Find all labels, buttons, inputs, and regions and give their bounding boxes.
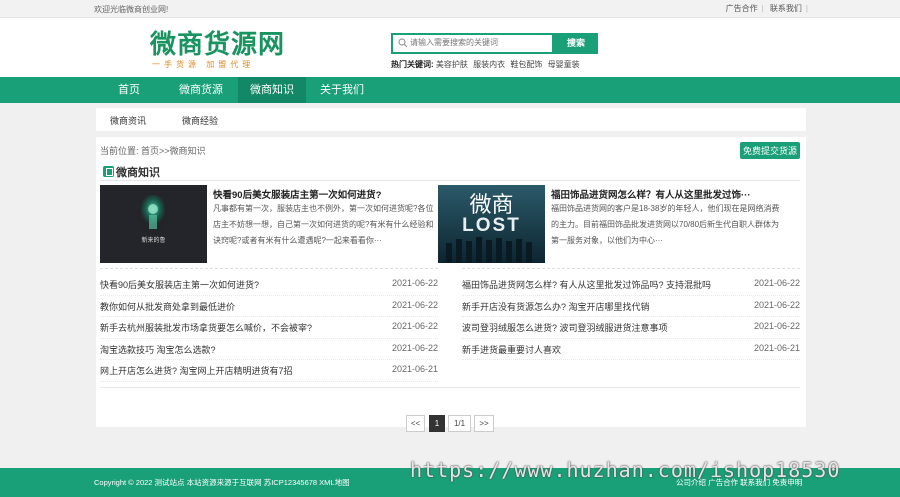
article-list-right: 福田饰品进货网怎么样? 有人从这里批发过饰品吗? 支持混批吗 2021-06-22…	[462, 275, 800, 361]
divider	[100, 180, 800, 181]
ad-cooperation-link[interactable]: 广告合作	[722, 4, 762, 13]
list-item-date: 2021-06-22	[753, 278, 800, 288]
header: 微商货源网 一手货源 加盟代理 搜索 热门关键词: 美容护肤 服装内衣 鞋包配饰…	[0, 18, 900, 77]
featured-desc: 凡事都有第一次，服装店主也不例外，第一次如何进货呢?各位店主不妨想一想，自己第一…	[213, 204, 434, 245]
main-content: 当前位置: 首页>>微商知识 免费提交货源 微商知识 新来的鲁 快看90后美女服…	[96, 137, 806, 432]
search-input[interactable]	[410, 38, 550, 47]
list-item[interactable]: 快看90后美女服装店主第一次如何进货? 2021-06-22	[100, 275, 438, 297]
list-item[interactable]: 福田饰品进货网怎么样? 有人从这里批发过饰品吗? 支持混批吗 2021-06-22	[462, 275, 800, 297]
hot-keyword[interactable]: 服装内衣	[473, 60, 505, 69]
divider: |	[761, 4, 764, 13]
pager-prev[interactable]: <<	[406, 415, 425, 432]
search-box	[391, 33, 554, 54]
site-logo[interactable]: 微商货源网 一手货源 加盟代理	[150, 24, 285, 70]
list-item[interactable]: 网上开店怎么进货? 淘宝网上开店精明进货有7招 2021-06-21	[100, 361, 438, 383]
top-links: 广告合作 | 联系我们 |	[722, 3, 808, 14]
list-item-title[interactable]: 福田饰品进货网怎么样? 有人从这里批发过饰品吗? 支持混批吗	[462, 278, 711, 291]
nav-sources[interactable]: 微商货源	[167, 77, 235, 103]
subnav-news[interactable]: 微商资讯	[110, 114, 146, 127]
main-nav: 首页 微商货源 微商知识 关于我们	[0, 77, 900, 103]
search-button[interactable]: 搜索	[554, 33, 598, 54]
featured-desc: 福田饰品进货网的客户是18-38岁的年轻人，他们现在是网络消费的主力。目前福田饰…	[551, 204, 780, 245]
search-icon	[398, 38, 408, 48]
hot-keywords: 热门关键词: 美容护肤 服装内衣 鞋包配饰 母婴童装	[391, 59, 583, 70]
pager-pages: 1/1	[448, 415, 471, 432]
list-item[interactable]: 新手进货最重要讨人喜欢 2021-06-21	[462, 340, 800, 362]
list-item-date: 2021-06-22	[391, 278, 438, 288]
featured-article: 微商 LOST 福田饰品进货网怎么样？有人从这里批发过饰··· 福田饰品进货网的…	[438, 185, 800, 265]
list-item-title[interactable]: 新手进货最重要讨人喜欢	[462, 343, 561, 356]
thumb-caption: 新来的鲁	[141, 238, 166, 244]
submit-source-button[interactable]: 免费提交货源	[739, 142, 800, 159]
pager-current[interactable]: 1	[429, 415, 445, 432]
list-item-title[interactable]: 淘宝选款技巧 淘宝怎么选款?	[100, 343, 216, 356]
hot-keyword[interactable]: 美容护肤	[436, 60, 468, 69]
welcome-text: 欢迎光临微商创业网!	[94, 5, 169, 14]
watermark: https://www.huzhan.com/ishop18530	[410, 458, 841, 482]
divider	[100, 268, 438, 269]
search-bar: 搜索	[391, 33, 598, 54]
list-item-date: 2021-06-21	[391, 364, 438, 374]
copyright-text: Copyright © 2022 测试站点 本站资源来源于互联网 苏ICP123…	[94, 478, 350, 487]
subnav-experience[interactable]: 微商经验	[182, 114, 218, 127]
thumb-text: LOST	[462, 215, 521, 236]
list-item-date: 2021-06-21	[753, 342, 800, 353]
featured-article: 新来的鲁 快看90后美女服装店主第一次如何进货? 凡事都有第一次，服装店主也不例…	[100, 185, 438, 265]
nav-home[interactable]: 首页	[105, 77, 153, 103]
list-item-date: 2021-06-22	[753, 299, 800, 310]
document-icon	[103, 166, 114, 177]
hot-keyword[interactable]: 母婴童装	[548, 60, 580, 69]
section-title: 微商知识	[103, 164, 160, 180]
list-item[interactable]: 新手去杭州服装批发市场拿货要怎么喊价，不会被宰? 2021-06-22	[100, 318, 438, 340]
list-item-title[interactable]: 波司登羽绒服怎么进货? 波司登羽绒服进货注意事项	[462, 321, 668, 334]
list-item-title[interactable]: 快看90后美女服装店主第一次如何进货?	[100, 278, 259, 291]
list-item-title[interactable]: 教你如何从批发商处拿到最低进价	[100, 300, 235, 313]
list-item[interactable]: 波司登羽绒服怎么进货? 波司登羽绒服进货注意事项 2021-06-22	[462, 318, 800, 340]
contact-us-link[interactable]: 联系我们	[766, 4, 806, 13]
featured-thumbnail[interactable]: 微商 LOST	[438, 185, 545, 263]
list-item-title[interactable]: 新手开店没有货源怎么办? 淘宝开店哪里找代销	[462, 300, 650, 313]
list-item-date: 2021-06-22	[391, 321, 438, 331]
sub-nav: 微商资讯 微商经验	[96, 108, 806, 131]
list-item-title[interactable]: 网上开店怎么进货? 淘宝网上开店精明进货有7招	[100, 364, 293, 377]
nav-about[interactable]: 关于我们	[308, 77, 376, 103]
article-list-left: 快看90后美女服装店主第一次如何进货? 2021-06-22 教你如何从批发商处拿…	[100, 275, 438, 383]
nav-knowledge[interactable]: 微商知识	[238, 77, 306, 103]
divider: |	[805, 4, 808, 13]
list-item-date: 2021-06-22	[391, 299, 438, 310]
hot-keyword[interactable]: 鞋包配饰	[510, 60, 542, 69]
divider	[100, 387, 800, 388]
top-bar: 欢迎光临微商创业网! 广告合作 | 联系我们 |	[0, 0, 900, 18]
pager-next[interactable]: >>	[474, 415, 494, 432]
pagination: << 1 1/1 >>	[96, 415, 806, 433]
featured-thumbnail[interactable]: 新来的鲁	[100, 185, 207, 263]
hot-keywords-label: 热门关键词:	[391, 60, 434, 69]
featured-title[interactable]: 福田饰品进货网怎么样？有人从这里批发过饰···	[551, 187, 751, 201]
list-item-date: 2021-06-22	[753, 321, 800, 331]
breadcrumb: 当前位置: 首页>>微商知识	[100, 146, 206, 156]
section-title-text: 微商知识	[116, 167, 160, 179]
list-item-date: 2021-06-22	[391, 342, 438, 353]
divider	[462, 268, 800, 269]
logo-title: 微商货源网	[150, 30, 286, 60]
featured-title[interactable]: 快看90后美女服装店主第一次如何进货?	[213, 187, 381, 201]
figure-image	[100, 185, 207, 263]
list-item[interactable]: 教你如何从批发商处拿到最低进价 2021-06-22	[100, 297, 438, 319]
list-item[interactable]: 新手开店没有货源怎么办? 淘宝开店哪里找代销 2021-06-22	[462, 297, 800, 319]
list-item[interactable]: 淘宝选款技巧 淘宝怎么选款? 2021-06-22	[100, 340, 438, 362]
list-item-title[interactable]: 新手去杭州服装批发市场拿货要怎么喊价，不会被宰?	[100, 321, 312, 334]
